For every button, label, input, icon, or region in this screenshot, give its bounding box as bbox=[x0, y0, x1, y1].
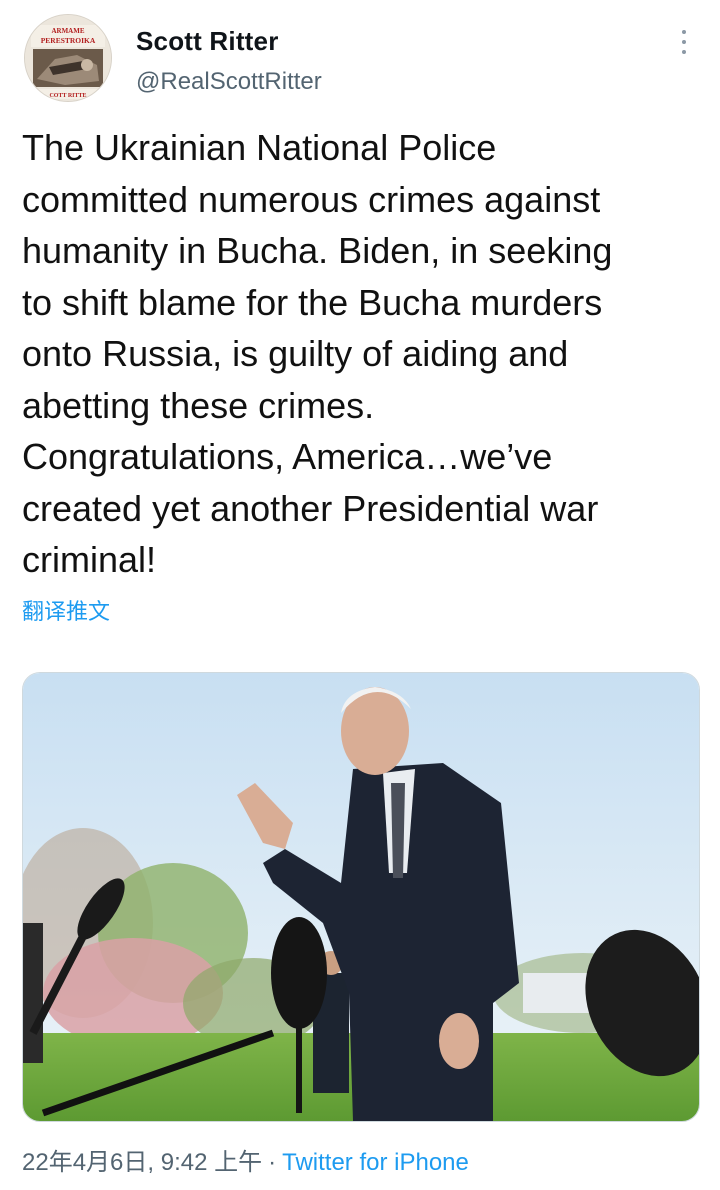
photo-press-briefing-icon bbox=[23, 673, 699, 1121]
meta-separator: · bbox=[268, 1149, 277, 1176]
svg-text:PERESTROIKA: PERESTROIKA bbox=[41, 36, 96, 45]
more-options-icon bbox=[682, 30, 686, 34]
svg-text:COTT RITTE: COTT RITTE bbox=[49, 93, 86, 99]
svg-text:ARMAME: ARMAME bbox=[51, 27, 84, 35]
author-handle[interactable]: @RealScottRitter bbox=[136, 68, 322, 96]
author-display-name[interactable]: Scott Ritter bbox=[136, 26, 279, 57]
tweet-text: The Ukrainian National Police committed … bbox=[22, 127, 613, 580]
tweet-source-link[interactable]: Twitter for iPhone bbox=[282, 1149, 469, 1176]
tweet-meta: 22年4月6日, 9:42 上午 · Twitter for iPhone bbox=[22, 1142, 469, 1177]
more-options-button[interactable] bbox=[668, 26, 700, 58]
tweet-photo[interactable] bbox=[22, 672, 700, 1122]
avatar[interactable]: ARMAME PERESTROIKA COTT RITTE bbox=[24, 14, 112, 102]
translate-tweet-link[interactable]: 翻译推文 bbox=[22, 594, 110, 626]
tweet-timestamp[interactable]: 22年4月6日, 9:42 上午 bbox=[22, 1149, 262, 1176]
tweet-card: ARMAME PERESTROIKA COTT RITTE Scott Ritt… bbox=[0, 0, 720, 1190]
book-cover-avatar-icon: ARMAME PERESTROIKA COTT RITTE bbox=[25, 15, 111, 101]
